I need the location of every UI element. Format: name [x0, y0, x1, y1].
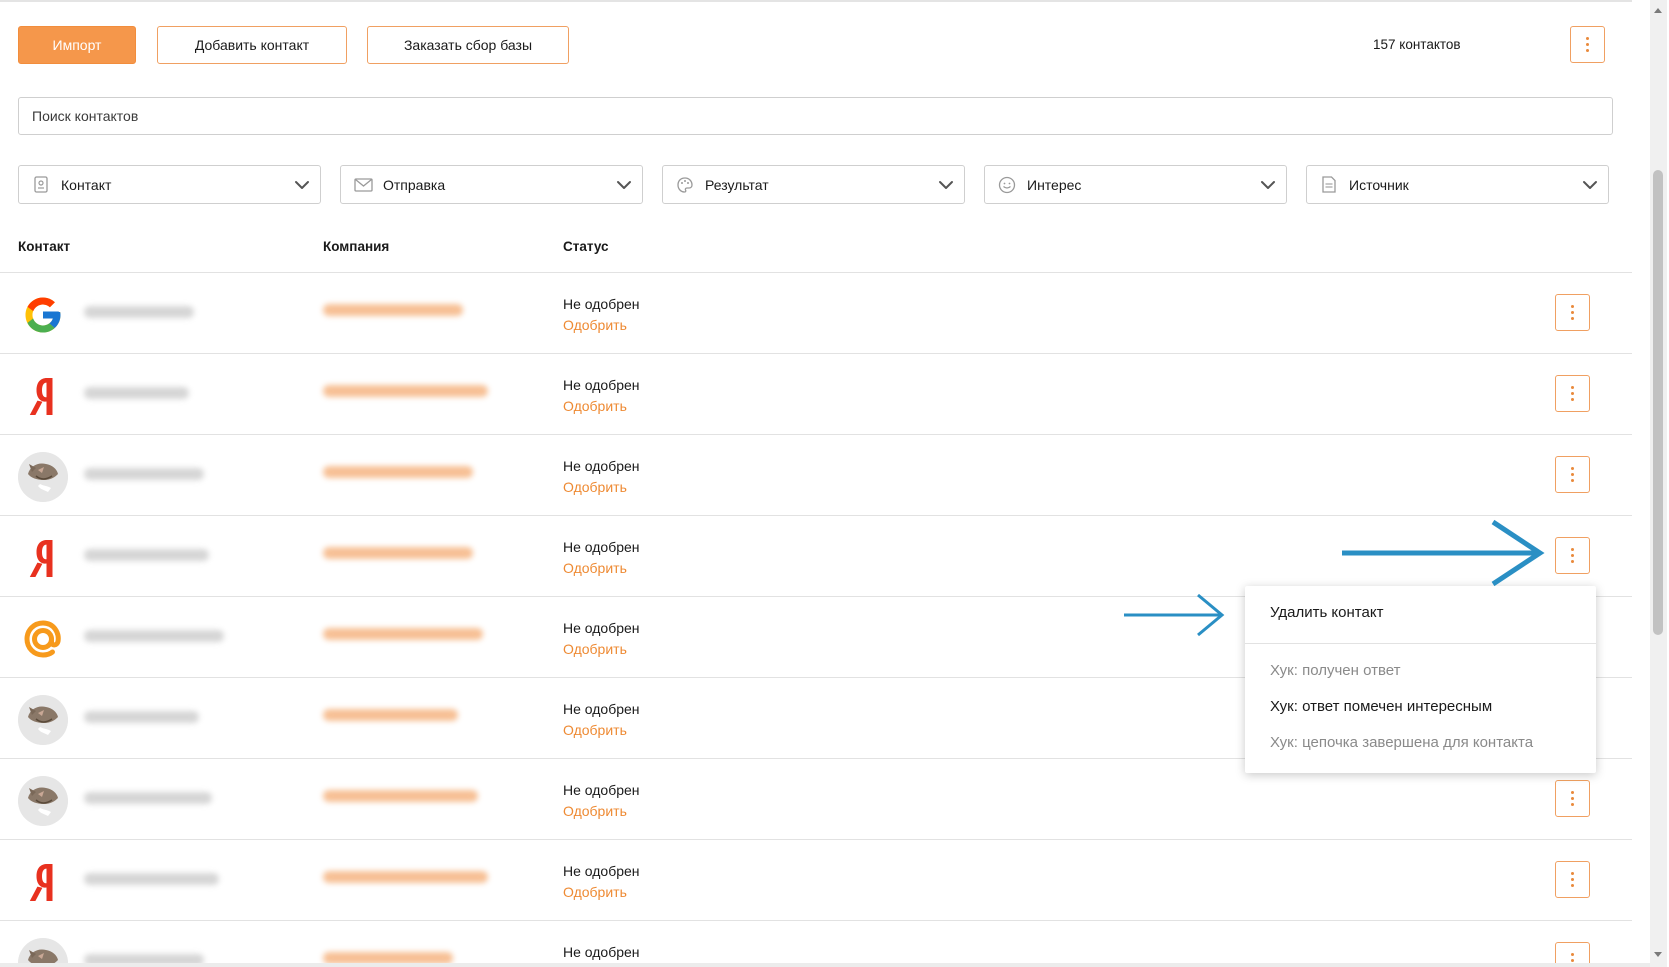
- cat-avatar-icon: [18, 452, 68, 502]
- company-name-blurred: [323, 466, 473, 478]
- chevron-down-icon: [295, 180, 309, 189]
- toolbar-more-button[interactable]: [1570, 26, 1605, 63]
- yandex-logo-icon: [18, 533, 68, 583]
- approve-link[interactable]: Одобрить: [563, 479, 627, 495]
- contact-email-blurred: [84, 549, 209, 561]
- filter-result-label: Результат: [705, 176, 769, 193]
- filter-result[interactable]: Результат: [662, 165, 965, 204]
- row-more-button[interactable]: [1555, 375, 1590, 412]
- contacts-count: 157 контактов: [1373, 37, 1461, 52]
- annotation-arrow-to-delete-item: [1124, 593, 1225, 637]
- document-icon: [1319, 175, 1339, 195]
- column-header-company: Компания: [323, 239, 390, 254]
- search-input[interactable]: [18, 97, 1613, 135]
- filter-interest[interactable]: Интерес: [984, 165, 1287, 204]
- company-name-blurred: [323, 790, 478, 802]
- hook-reply-interesting-menu-item[interactable]: Хук: ответ помечен интересным: [1270, 698, 1492, 715]
- status-text: Не одобрен: [563, 539, 640, 555]
- yandex-logo-icon: [18, 857, 68, 907]
- row-more-button[interactable]: [1555, 780, 1590, 817]
- cat-avatar-icon: [18, 776, 68, 826]
- chevron-down-icon: [1261, 180, 1275, 189]
- scroll-down-icon[interactable]: [1654, 952, 1662, 957]
- contact-email-blurred: [84, 387, 189, 399]
- chevron-down-icon: [617, 180, 631, 189]
- table-row: Не одобрен Одобрить: [0, 434, 1632, 515]
- approve-link[interactable]: Одобрить: [563, 722, 627, 738]
- filter-source-label: Источник: [1349, 176, 1409, 193]
- add-contact-button[interactable]: Добавить контакт: [157, 26, 347, 64]
- status-text: Не одобрен: [563, 620, 640, 636]
- contact-email-blurred: [84, 711, 199, 723]
- row-more-button[interactable]: [1555, 861, 1590, 898]
- company-name-blurred: [323, 304, 463, 316]
- company-name-blurred: [323, 547, 473, 559]
- table-row: Не одобрен: [0, 920, 1632, 967]
- filter-sending[interactable]: Отправка: [340, 165, 643, 204]
- contact-email-blurred: [84, 792, 212, 804]
- import-button[interactable]: Импорт: [18, 26, 136, 64]
- approve-link[interactable]: Одобрить: [563, 398, 627, 414]
- approve-link[interactable]: Одобрить: [563, 641, 627, 657]
- top-divider: [0, 0, 1632, 2]
- status-text: Не одобрен: [563, 296, 640, 312]
- contact-email-blurred: [84, 873, 219, 885]
- approve-link[interactable]: Одобрить: [563, 803, 627, 819]
- contact-email-blurred: [84, 306, 194, 318]
- filter-contact-label: Контакт: [61, 176, 112, 193]
- status-text: Не одобрен: [563, 944, 640, 960]
- paint-palette-icon: [675, 175, 695, 195]
- row-more-button[interactable]: [1555, 537, 1590, 574]
- scroll-up-icon[interactable]: [1654, 8, 1662, 13]
- yandex-logo-icon: [18, 371, 68, 421]
- hook-chain-finished-menu-item[interactable]: Хук: цепочка завершена для контакта: [1270, 734, 1533, 751]
- approve-link[interactable]: Одобрить: [563, 560, 627, 576]
- status-text: Не одобрен: [563, 377, 640, 393]
- company-name-blurred: [323, 385, 488, 397]
- delete-contact-menu-item[interactable]: Удалить контакт: [1270, 604, 1383, 621]
- row-more-button[interactable]: [1555, 456, 1590, 493]
- status-text: Не одобрен: [563, 701, 640, 717]
- column-header-status: Статус: [563, 239, 609, 254]
- approve-link[interactable]: Одобрить: [563, 884, 627, 900]
- smiley-icon: [997, 175, 1017, 195]
- chevron-down-icon: [1583, 180, 1597, 189]
- hook-reply-received-menu-item[interactable]: Хук: получен ответ: [1270, 662, 1400, 679]
- order-base-button[interactable]: Заказать сбор базы: [367, 26, 569, 64]
- company-name-blurred: [323, 871, 488, 883]
- table-row: Не одобрен Одобрить: [0, 839, 1632, 920]
- envelope-icon: [353, 175, 373, 195]
- filter-source[interactable]: Источник: [1306, 165, 1609, 204]
- table-row: Не одобрен Одобрить: [0, 353, 1632, 434]
- row-more-button[interactable]: [1555, 294, 1590, 331]
- bottom-edge: [0, 963, 1650, 967]
- filter-sending-label: Отправка: [383, 176, 446, 193]
- scrollbar-thumb[interactable]: [1653, 170, 1663, 635]
- status-text: Не одобрен: [563, 458, 640, 474]
- menu-divider: [1245, 643, 1596, 644]
- approve-link[interactable]: Одобрить: [563, 317, 627, 333]
- contact-card-icon: [31, 175, 51, 195]
- mailru-at-icon: [18, 614, 68, 664]
- company-name-blurred: [323, 628, 483, 640]
- google-logo-icon: [18, 290, 68, 340]
- column-header-contact: Контакт: [18, 239, 71, 254]
- contact-email-blurred: [84, 630, 224, 642]
- annotation-arrow-to-more-button: [1342, 519, 1545, 587]
- contact-email-blurred: [84, 468, 204, 480]
- company-name-blurred: [323, 709, 458, 721]
- chevron-down-icon: [939, 180, 953, 189]
- vertical-scrollbar[interactable]: [1650, 0, 1667, 967]
- status-text: Не одобрен: [563, 782, 640, 798]
- filter-contact[interactable]: Контакт: [18, 165, 321, 204]
- table-row: Не одобрен Одобрить: [0, 272, 1632, 353]
- cat-avatar-icon: [18, 695, 68, 745]
- filter-interest-label: Интерес: [1027, 176, 1082, 193]
- row-context-menu: Удалить контакт Хук: получен ответ Хук: …: [1245, 586, 1596, 773]
- status-text: Не одобрен: [563, 863, 640, 879]
